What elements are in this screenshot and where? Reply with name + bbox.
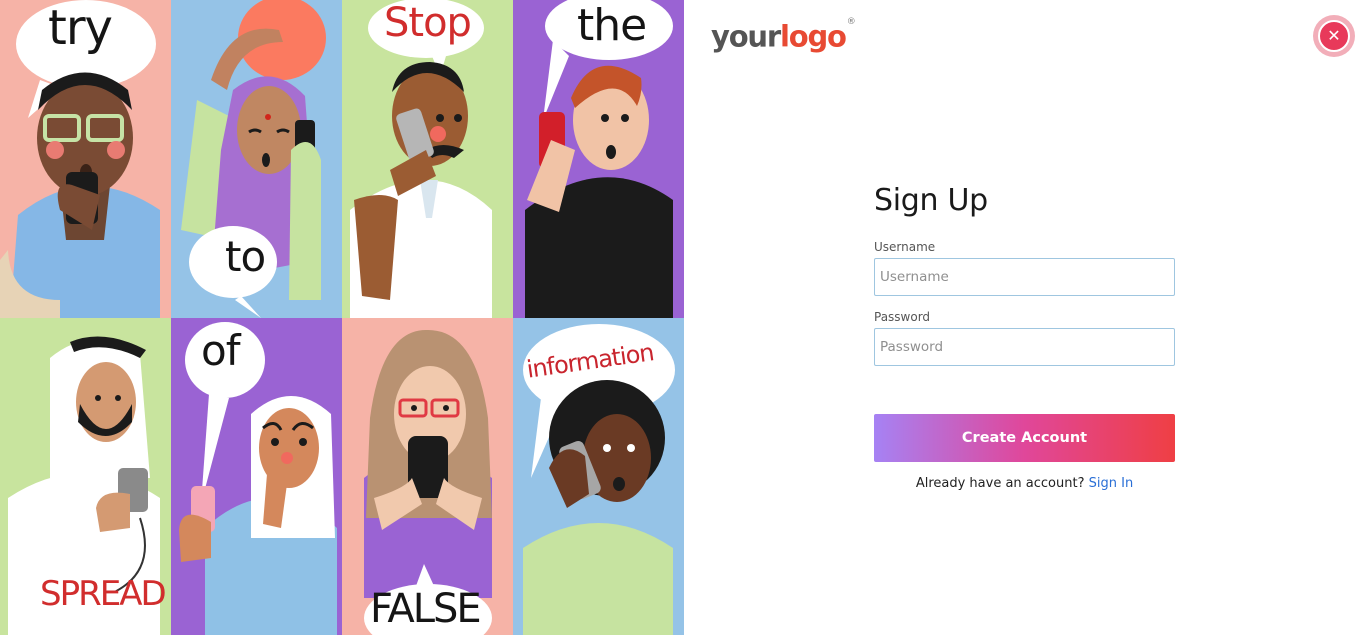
close-button[interactable]: ✕ (1313, 15, 1355, 57)
illustration-tile-false: FALSE (342, 318, 513, 635)
illustration-tile-of: of (171, 318, 342, 635)
illustration-word: to (225, 232, 266, 281)
illustration-word: try (48, 0, 113, 56)
close-icon: ✕ (1318, 20, 1350, 52)
illustration-tile-spread: SPREAD SPREAD (0, 318, 171, 635)
username-label: Username (874, 240, 936, 254)
brand-logo: yourlogo® (711, 14, 856, 57)
logo-text-primary: your (711, 19, 781, 54)
illustration-word: Stop (384, 0, 472, 46)
illustration-word: the (577, 0, 647, 51)
illustration-tile-stop: Stop (342, 0, 513, 318)
illustration-tile-try: try (0, 0, 171, 318)
password-label: Password (874, 310, 931, 324)
illustration-tile-the: the (513, 0, 684, 318)
woman-in-hijab-illustration (179, 322, 337, 635)
logo-text-accent: logo (779, 19, 847, 54)
man-with-phone-illustration (350, 0, 492, 318)
illustration-tile-to: to (171, 0, 342, 318)
signin-prompt-line: Already have an account? Sign In (874, 476, 1175, 491)
create-account-button[interactable]: Create Account (874, 414, 1175, 462)
illustration-tile-information: information (513, 318, 684, 635)
illustration-word: SPREAD (40, 574, 167, 614)
illustration-word: FALSE (370, 586, 482, 632)
illustration-word: of (201, 326, 240, 375)
signin-link[interactable]: Sign In (1089, 476, 1134, 491)
hero-illustration: try to Stop the SPREAD of FALSE informat… (0, 0, 684, 635)
username-input[interactable] (874, 258, 1175, 296)
page-title: Sign Up (874, 183, 988, 218)
password-input[interactable] (874, 328, 1175, 366)
registered-mark: ® (846, 17, 856, 27)
signin-prompt-text: Already have an account? (915, 476, 1085, 491)
